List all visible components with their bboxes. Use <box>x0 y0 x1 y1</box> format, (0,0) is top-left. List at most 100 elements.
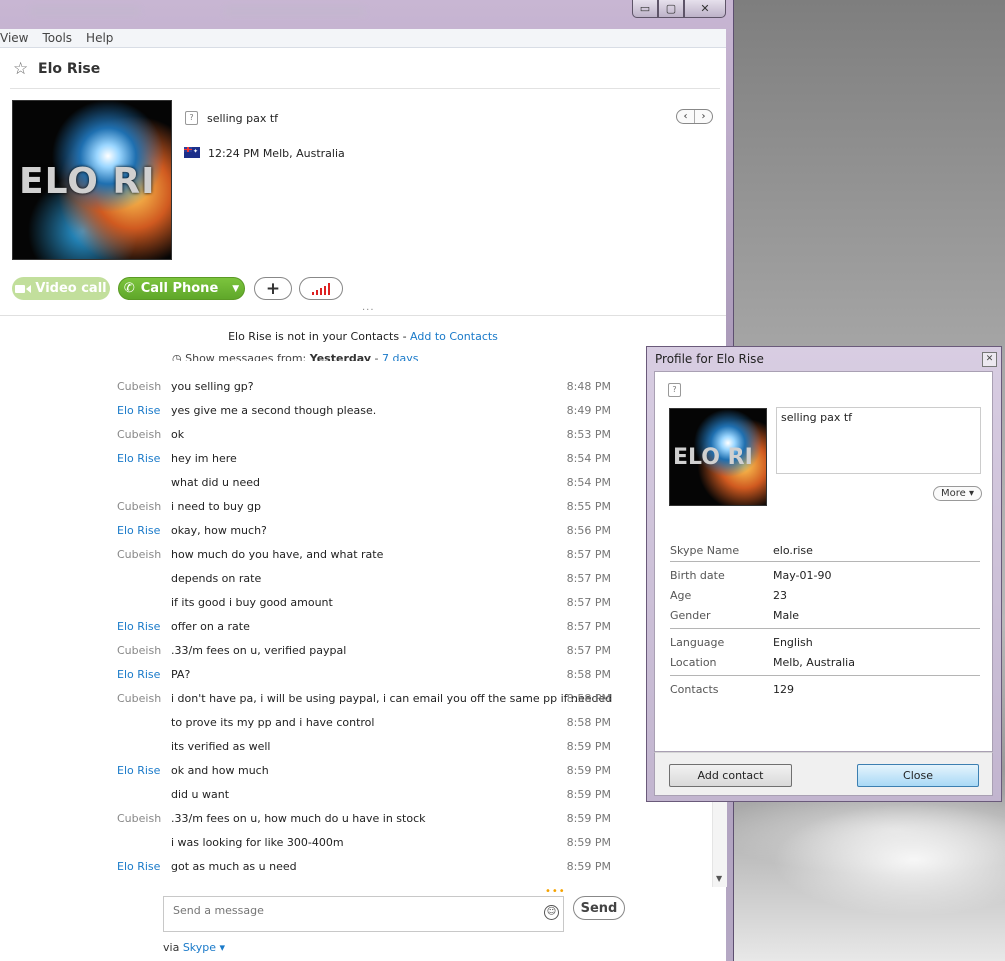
message-text: how much do you have, and what rate <box>171 548 384 561</box>
maximize-button[interactable]: ▢ <box>658 0 684 18</box>
message-row: to prove its my pp and i have control 8:5… <box>0 709 712 733</box>
signal-bars-icon <box>312 282 330 295</box>
profile-pager: ‹ › <box>676 109 713 124</box>
message-sender[interactable]: Cubeish <box>117 380 161 393</box>
message-sender[interactable]: Cubeish <box>117 644 161 657</box>
close-dialog-button[interactable]: Close <box>857 764 979 787</box>
message-row: its verified as well 8:59 PM <box>0 733 712 757</box>
message-time: 8:59 PM <box>566 836 611 849</box>
clock-icon: ◷ <box>172 352 182 361</box>
message-sender[interactable]: Elo Rise <box>117 404 160 417</box>
message-compose[interactable]: ☺ <box>163 896 564 932</box>
history-7-days-link[interactable]: 7 days <box>382 352 418 361</box>
title-blur <box>30 6 140 16</box>
via-skype-dropdown[interactable]: Skype ▾ <box>183 941 225 954</box>
minimize-button[interactable]: ▭ <box>632 0 658 18</box>
contact-name: Elo Rise <box>38 61 101 77</box>
message-row: Elo Rise offer on a rate 8:57 PM <box>0 613 712 637</box>
resize-grip-icon[interactable]: ... <box>362 302 375 313</box>
avatar-logo-text: ELO RI <box>19 161 156 202</box>
contact-avatar[interactable]: ELO RI <box>12 100 172 260</box>
message-row: depends on rate 8:57 PM <box>0 565 712 589</box>
send-button[interactable]: Send <box>573 896 625 920</box>
prev-arrow-icon[interactable]: ‹ <box>677 110 694 123</box>
message-time: 8:57 PM <box>566 620 611 633</box>
divider <box>10 88 720 89</box>
message-text: hey im here <box>171 452 237 465</box>
message-sender[interactable]: Elo Rise <box>117 668 160 681</box>
conversation-pane: ☆ Elo Rise ELO RI ? selling pax tf 12:24… <box>0 48 727 961</box>
menu-view[interactable]: View <box>0 31 34 45</box>
dialog-title: Profile for Elo Rise <box>655 352 764 366</box>
message-time: 8:54 PM <box>566 452 611 465</box>
message-time: 8:57 PM <box>566 644 611 657</box>
message-text: ok and how much <box>171 764 269 777</box>
video-call-label: Video call <box>35 281 107 296</box>
message-time: 8:59 PM <box>566 764 611 777</box>
field-value: elo.rise <box>773 544 813 557</box>
message-text: got as much as u need <box>171 860 297 873</box>
message-input[interactable] <box>171 903 535 918</box>
via-label: via <box>163 941 180 954</box>
message-sender[interactable]: Cubeish <box>117 812 161 825</box>
window-controls: ▭ ▢ ✕ <box>632 0 726 18</box>
message-row: Cubeish .33/m fees on u, how much do u ha… <box>0 805 712 829</box>
local-time-location: 12:24 PM Melb, Australia <box>208 147 345 160</box>
scroll-down-arrow-icon[interactable]: ▼ <box>716 874 722 883</box>
title-blur <box>225 6 365 16</box>
message-time: 8:55 PM <box>566 500 611 513</box>
message-sender[interactable]: Cubeish <box>117 548 161 561</box>
message-sender[interactable]: Elo Rise <box>117 452 160 465</box>
video-call-button[interactable]: Video call <box>12 277 110 300</box>
call-quality-button[interactable] <box>299 277 343 300</box>
message-row: Elo Rise hey im here 8:54 PM <box>0 445 712 469</box>
favorite-star-icon[interactable]: ☆ <box>13 59 28 79</box>
add-button[interactable]: + <box>254 277 292 300</box>
menu-tools[interactable]: Tools <box>42 31 78 45</box>
message-time: 8:58 PM <box>566 716 611 729</box>
profile-body: ? ELO RI selling pax tf More ▾ Skype Nam… <box>654 371 993 752</box>
field-label: Age <box>670 589 692 602</box>
message-time: 8:54 PM <box>566 476 611 489</box>
message-row: Cubeish .33/m fees on u, verified paypal 8… <box>0 637 712 661</box>
menu-bar: View Tools Help <box>0 29 726 48</box>
dialog-close-icon[interactable]: ✕ <box>982 352 997 367</box>
message-time: 8:57 PM <box>566 596 611 609</box>
more-button[interactable]: More ▾ <box>933 486 982 501</box>
next-arrow-icon[interactable]: › <box>694 110 712 123</box>
emoticon-icon[interactable]: ☺ <box>544 905 559 920</box>
message-row: Elo Rise ok and how much 8:59 PM <box>0 757 712 781</box>
message-sender[interactable]: Elo Rise <box>117 764 160 777</box>
message-text: .33/m fees on u, verified paypal <box>171 644 347 657</box>
chevron-down-icon[interactable]: ▼ <box>232 284 239 294</box>
field-value: 23 <box>773 589 787 602</box>
field-label: Language <box>670 636 725 649</box>
message-text: did u want <box>171 788 230 801</box>
title-bar[interactable]: ▭ ▢ ✕ <box>0 0 734 26</box>
message-sender[interactable]: Cubeish <box>117 428 161 441</box>
message-time: 8:48 PM <box>566 380 611 393</box>
menu-help[interactable]: Help <box>86 31 119 45</box>
profile-dialog: Profile for Elo Rise ✕ ? ELO RI selling … <box>646 346 1002 802</box>
profile-avatar: ELO RI <box>669 408 767 506</box>
message-time: 8:59 PM <box>566 788 611 801</box>
message-row: Elo Rise PA? 8:58 PM <box>0 661 712 685</box>
call-phone-button[interactable]: ✆ Call Phone ▼ <box>118 277 245 300</box>
message-sender[interactable]: Elo Rise <box>117 524 160 537</box>
message-sender[interactable]: Cubeish <box>117 692 161 705</box>
add-to-contacts-link[interactable]: Add to Contacts <box>410 330 498 343</box>
avatar-logo-text: ELO RI <box>673 445 753 470</box>
message-time: 8:56 PM <box>566 524 611 537</box>
message-row: Cubeish i need to buy gp 8:55 PM <box>0 493 712 517</box>
field-value: Male <box>773 609 800 622</box>
message-sender[interactable]: Elo Rise <box>117 860 160 873</box>
message-sender[interactable]: Cubeish <box>117 500 161 513</box>
message-time: 8:57 PM <box>566 572 611 585</box>
history-selected[interactable]: Yesterday <box>310 352 371 361</box>
add-contact-button[interactable]: Add contact <box>669 764 792 787</box>
message-text: if its good i buy good amount <box>171 596 333 609</box>
message-sender[interactable]: Elo Rise <box>117 620 160 633</box>
message-row: if its good i buy good amount 8:57 PM <box>0 589 712 613</box>
close-button[interactable]: ✕ <box>684 0 726 18</box>
message-row: Cubeish you selling gp? 8:48 PM <box>0 373 712 397</box>
